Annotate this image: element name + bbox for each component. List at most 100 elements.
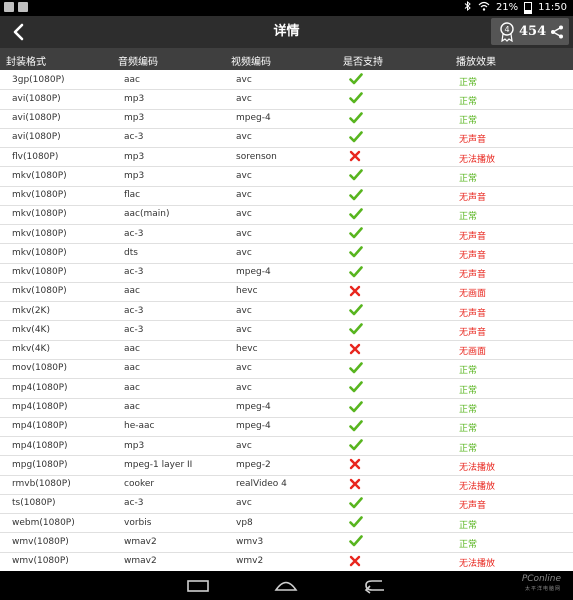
cell-container: mkv(1080P) <box>12 170 67 181</box>
check-icon <box>349 92 363 107</box>
cell-effect: 无声音 <box>459 231 487 242</box>
table-row: mp4(1080P) mp3 avc 正常 <box>0 437 573 457</box>
cross-icon <box>349 478 361 493</box>
check-icon <box>349 497 363 512</box>
cell-effect: 正常 <box>459 366 478 377</box>
table-row: mkv(1080P) aac hevc 无画面 <box>0 283 573 303</box>
recent-apps-icon <box>187 580 209 592</box>
cell-video: avc <box>236 93 252 104</box>
cell-audio: ac-3 <box>124 228 144 239</box>
watermark-sub: 太平洋电脑网 <box>524 586 561 592</box>
cell-video: avc <box>236 74 252 85</box>
cell-video: avc <box>236 132 252 143</box>
battery-icon <box>524 1 533 14</box>
medal-icon: 4 <box>500 21 514 42</box>
table-row: mp4(1080P) aac mpeg-4 正常 <box>0 399 573 418</box>
wifi-icon <box>478 1 490 14</box>
cell-container: ts(1080P) <box>12 498 56 509</box>
check-icon <box>349 439 363 454</box>
cell-audio: mp3 <box>124 440 145 451</box>
back-nav-button[interactable] <box>356 575 396 597</box>
badge-count: 454 <box>519 24 547 39</box>
table-row: mov(1080P) aac avc 正常 <box>0 360 573 380</box>
cell-video: mpeg-4 <box>236 402 271 413</box>
home-button[interactable] <box>266 575 306 597</box>
cell-video: wmv2 <box>236 556 264 567</box>
cell-video: avc <box>236 170 252 181</box>
cell-effect: 正常 <box>459 212 478 223</box>
cell-effect: 无声音 <box>459 250 487 261</box>
back-nav-icon <box>364 580 384 594</box>
cell-audio: ac-3 <box>124 267 144 278</box>
cell-effect: 正常 <box>459 443 478 454</box>
cell-audio: mp3 <box>124 170 145 181</box>
page-title: 详情 <box>273 24 300 39</box>
table-row: mkv(1080P) flac avc 无声音 <box>0 187 573 206</box>
cell-effect: 正常 <box>459 77 478 88</box>
cell-audio: dts <box>124 247 138 258</box>
cell-video: mpeg-4 <box>236 421 271 432</box>
cell-video: mpeg-4 <box>236 113 271 124</box>
check-icon <box>349 73 363 88</box>
cell-effect: 正常 <box>459 405 478 416</box>
svg-text:4: 4 <box>504 25 509 34</box>
table-row: mkv(1080P) ac-3 avc 无声音 <box>0 225 573 245</box>
table-row: mkv(1080P) aac(main) avc 正常 <box>0 206 573 226</box>
cell-audio: he-aac <box>124 421 155 432</box>
cell-container: avi(1080P) <box>12 132 61 143</box>
cell-audio: aac <box>124 74 140 85</box>
table-row: mkv(4K) aac hevc 无画面 <box>0 341 573 360</box>
share-icon <box>551 25 564 38</box>
cell-video: mpeg-2 <box>236 459 271 470</box>
table-row: mp4(1080P) aac avc 正常 <box>0 379 573 399</box>
recent-apps-button[interactable] <box>178 575 218 597</box>
cell-container: mkv(4K) <box>12 324 50 335</box>
cell-video: avc <box>236 382 252 393</box>
cell-effect: 无声音 <box>459 193 487 204</box>
column-header-supported: 是否支持 <box>343 57 383 68</box>
watermark-logo: PConline 太平洋电脑网 <box>522 574 561 594</box>
cell-video: wmv3 <box>236 536 264 547</box>
cell-container: mpg(1080P) <box>12 459 68 470</box>
cell-container: mkv(2K) <box>12 305 50 316</box>
cell-video: avc <box>236 363 252 374</box>
cell-container: mkv(1080P) <box>12 286 67 297</box>
cell-container: mp4(1080P) <box>12 382 68 393</box>
navigation-bar: PConline 太平洋电脑网 <box>0 571 573 600</box>
cell-video: avc <box>236 440 252 451</box>
cell-container: mp4(1080P) <box>12 402 68 413</box>
status-indicators: 21% 11:50 <box>464 0 567 14</box>
table-row: rmvb(1080P) cooker realVideo 4 无法播放 <box>0 476 573 495</box>
gallery-notification-icon <box>4 2 14 12</box>
check-icon <box>349 111 363 127</box>
title-bar: 详情 4 454 <box>0 16 573 48</box>
cell-container: mov(1080P) <box>12 363 67 374</box>
cell-video: hevc <box>236 286 258 297</box>
cell-audio: mp3 <box>124 93 145 104</box>
cell-container: mkv(1080P) <box>12 209 67 220</box>
check-icon <box>349 381 363 396</box>
check-icon <box>349 535 363 550</box>
watermark-brand: PConline <box>521 574 561 584</box>
cell-video: avc <box>236 209 252 220</box>
cross-icon <box>349 150 361 165</box>
table-row: mp4(1080P) he-aac mpeg-4 正常 <box>0 418 573 438</box>
back-arrow-icon <box>13 23 24 41</box>
cell-audio: vorbis <box>124 517 152 528</box>
rank-badge-button[interactable]: 4 454 <box>491 18 569 45</box>
cross-icon <box>349 343 361 358</box>
cell-effect: 无法播放 <box>459 559 496 570</box>
cell-container: wmv(1080P) <box>12 556 69 567</box>
check-icon <box>349 227 363 242</box>
cell-effect: 正常 <box>459 173 478 184</box>
cell-container: mkv(1080P) <box>12 228 67 239</box>
check-icon <box>349 362 363 377</box>
cell-audio: ac-3 <box>124 132 144 143</box>
cell-video: avc <box>236 324 252 335</box>
cell-effect: 正常 <box>459 96 478 107</box>
cell-video: avc <box>236 228 252 239</box>
table-header: 封装格式 音频编码 视频编码 是否支持 播放效果 <box>0 48 573 70</box>
back-button[interactable] <box>4 18 32 46</box>
table-row: avi(1080P) mp3 avc 正常 <box>0 90 573 110</box>
cell-effect: 无声音 <box>459 501 487 512</box>
